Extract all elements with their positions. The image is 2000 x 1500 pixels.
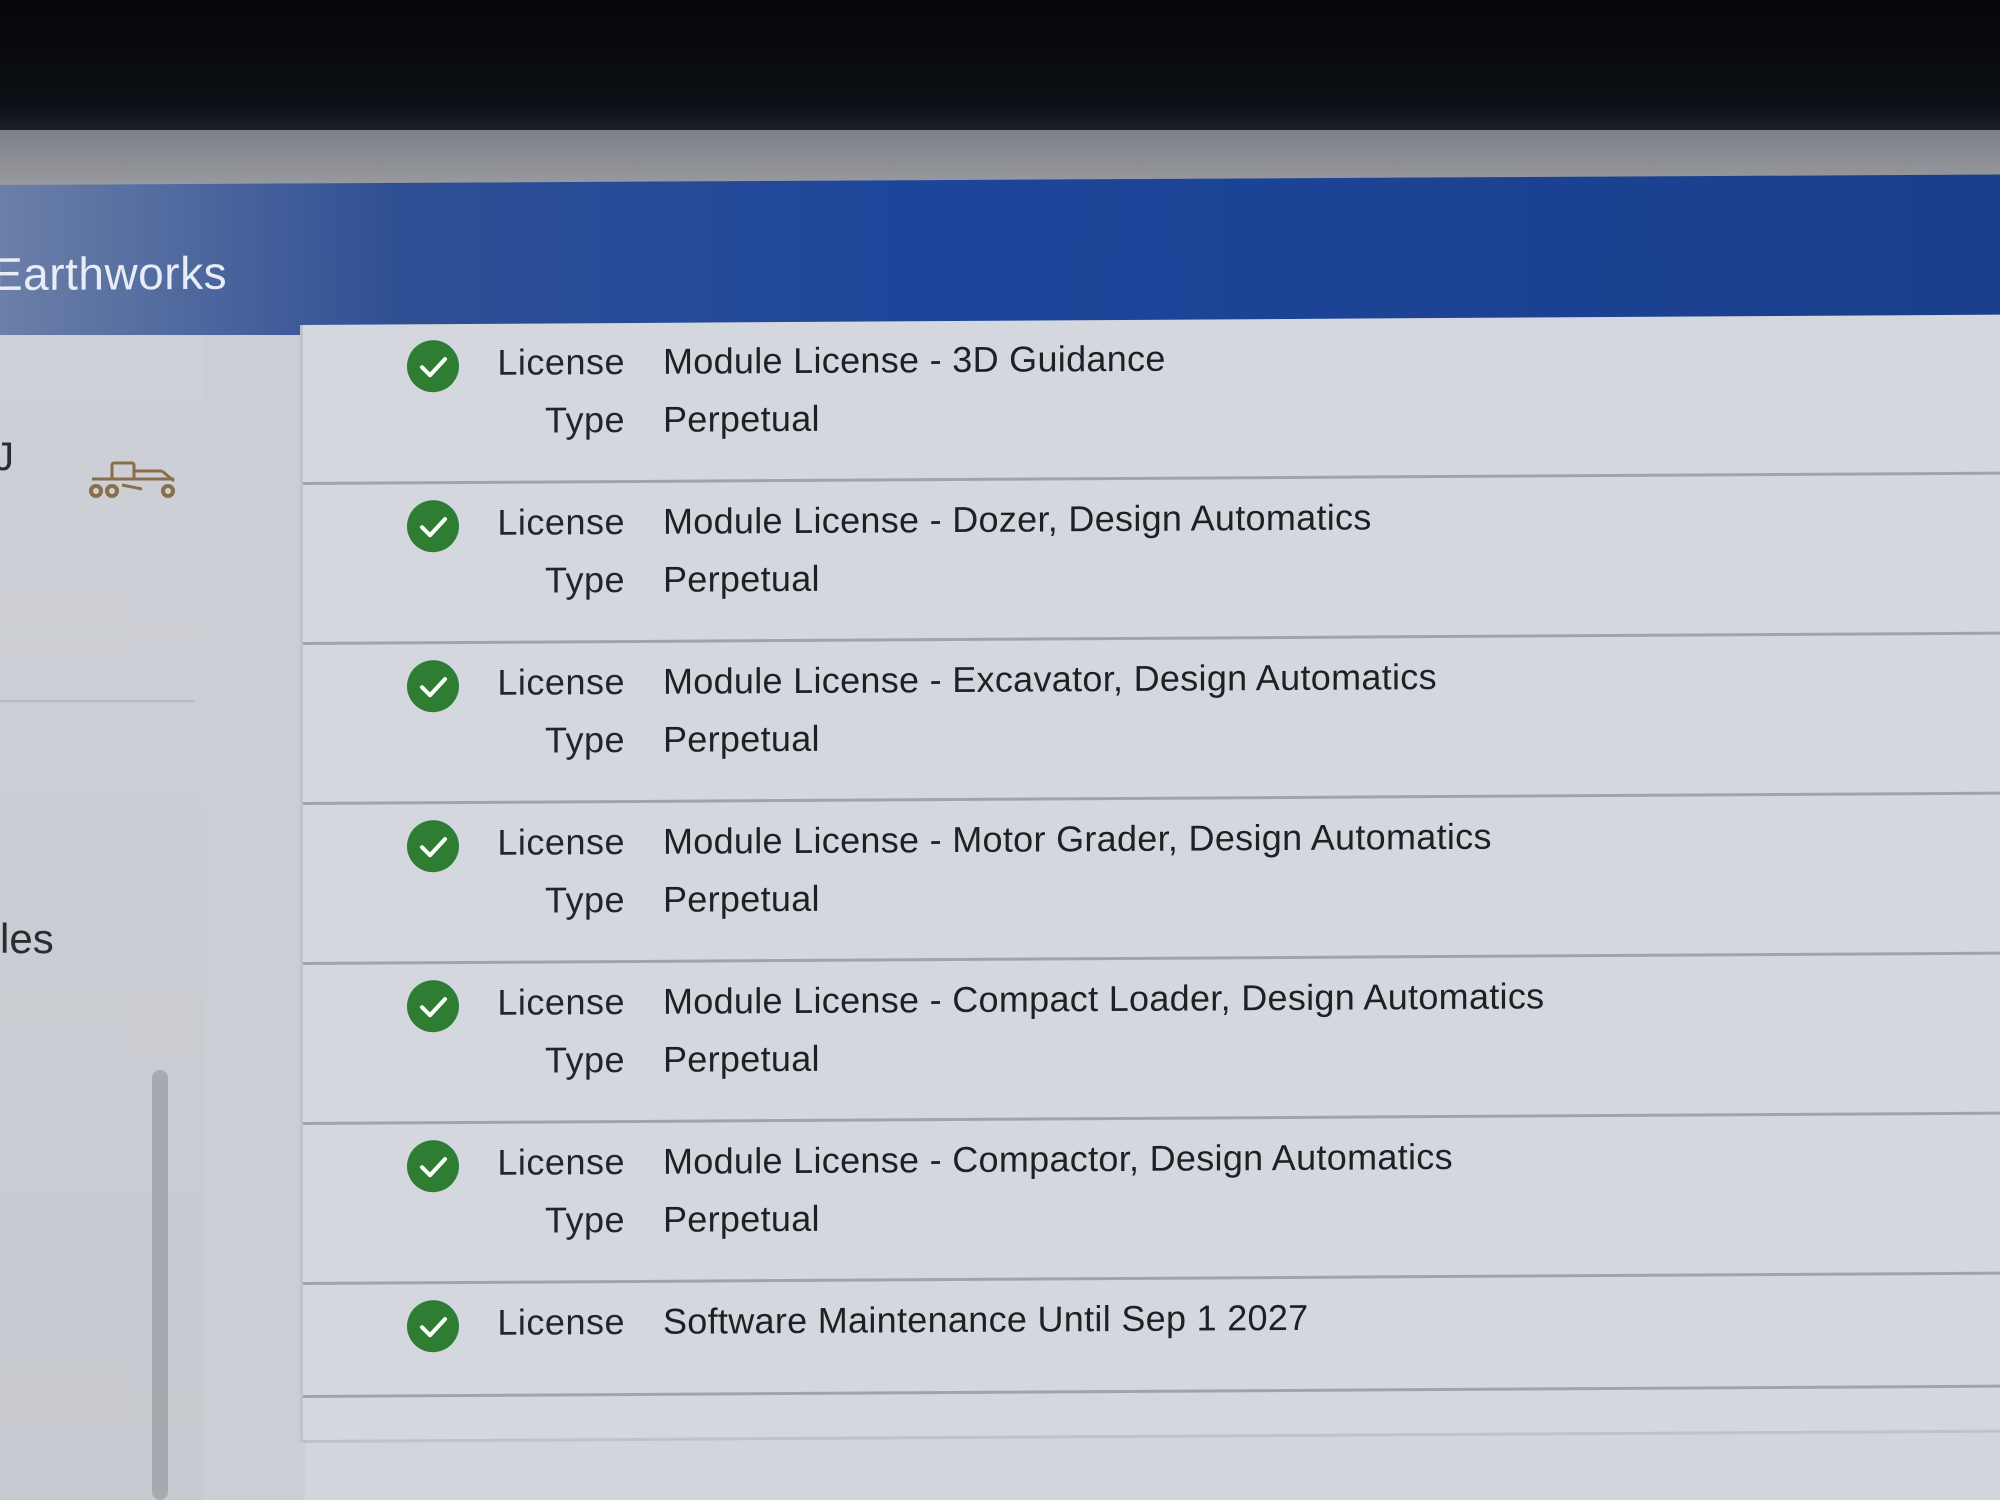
license-row[interactable]: License Module License - Motor Grader, De… — [303, 794, 2000, 965]
sidebar: J les — [0, 335, 205, 1500]
device-screen: Earthworks J les License Module License … — [0, 0, 2000, 1500]
type-label: Type — [544, 719, 625, 761]
type-value: Perpetual — [663, 397, 820, 440]
license-value: Software Maintenance Until Sep 1 2027 — [663, 1296, 1309, 1342]
sidebar-item-label-partial[interactable]: les — [0, 915, 54, 963]
device-bezel — [0, 0, 2000, 130]
app-title: Earthworks — [0, 246, 228, 301]
license-label: License — [497, 661, 625, 703]
license-row[interactable]: License Software Maintenance Until Sep 1 … — [303, 1274, 2000, 1398]
license-value: Module License - Compact Loader, Design … — [663, 975, 1545, 1022]
license-value: Module License - Dozer, Design Automatic… — [663, 496, 1372, 542]
type-label: Type — [544, 1199, 625, 1241]
type-value: Perpetual — [663, 1197, 820, 1240]
type-value: Perpetual — [663, 557, 820, 600]
license-panel: License Module License - 3D Guidance Type P… — [300, 314, 2000, 1443]
sidebar-divider — [0, 700, 195, 702]
type-value: Perpetual — [663, 717, 820, 760]
sidebar-scrollbar[interactable] — [152, 1070, 168, 1500]
license-label: License — [497, 821, 625, 863]
type-value: Perpetual — [663, 1037, 820, 1080]
license-value: Module License - Compactor, Design Autom… — [663, 1135, 1453, 1182]
license-value: Module License - 3D Guidance — [663, 337, 1166, 382]
type-label: Type — [544, 399, 625, 441]
license-row[interactable]: License Module License - Dozer, Design Au… — [303, 474, 2000, 645]
main-content: J les License Module License - 3D Guidan… — [0, 314, 2000, 1500]
license-label: License — [497, 341, 625, 383]
license-list: License Module License - 3D Guidance Type P… — [303, 314, 2000, 1398]
motor-grader-icon[interactable] — [82, 455, 182, 505]
license-row[interactable]: License Module License - Excavator, Desig… — [303, 634, 2000, 805]
type-label: Type — [544, 879, 625, 921]
type-value: Perpetual — [663, 877, 820, 920]
type-label: Type — [544, 559, 625, 601]
license-value: Module License - Excavator, Design Autom… — [663, 656, 1437, 702]
license-row[interactable]: License Module License - 3D Guidance Type P… — [303, 314, 2000, 485]
license-row[interactable]: License Module License - Compact Loader, … — [303, 954, 2000, 1125]
title-bar: Earthworks — [0, 174, 2000, 340]
license-row[interactable]: License Module License - Compactor, Desig… — [303, 1114, 2000, 1285]
license-label: License — [497, 981, 625, 1023]
license-label: License — [497, 1141, 625, 1183]
sidebar-item-label-partial: J — [0, 435, 14, 479]
license-label: License — [497, 1301, 625, 1343]
panel-gutter — [205, 335, 305, 1500]
license-label: License — [497, 501, 625, 543]
license-value: Module License - Motor Grader, Design Au… — [663, 815, 1492, 862]
type-label: Type — [544, 1039, 625, 1081]
